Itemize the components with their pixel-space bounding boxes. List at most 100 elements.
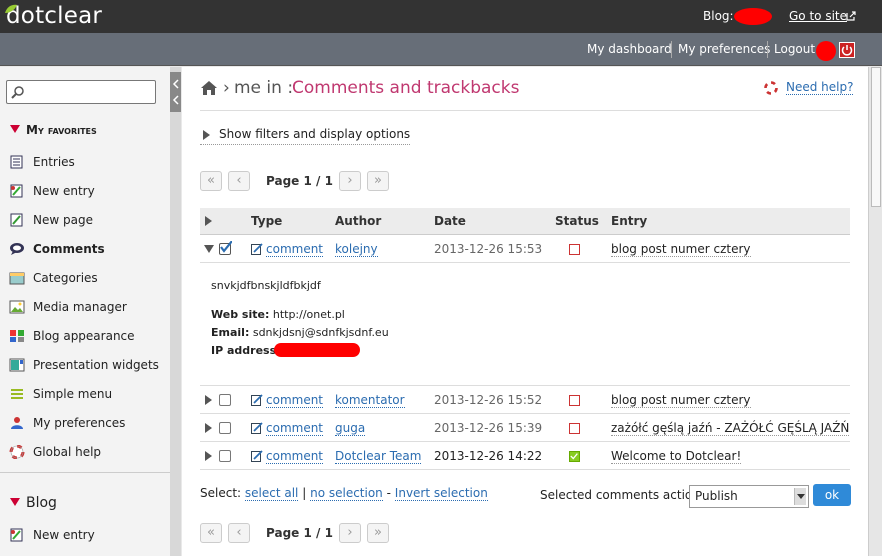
edit-icon (251, 243, 263, 255)
home-icon[interactable] (200, 80, 218, 96)
my-dashboard-link[interactable]: My dashboard (587, 42, 672, 56)
sidebar-item-label: Comments (33, 242, 105, 256)
user-prefs-icon (11, 417, 23, 429)
select-all-link[interactable]: select all (244, 486, 299, 501)
logo-text: dotclear (6, 3, 103, 29)
sidebar-item-label: Media manager (33, 300, 127, 314)
sidebar-item-label: Global help (33, 445, 102, 459)
column-author: Author (335, 214, 382, 228)
my-preferences-link[interactable]: My preferences (678, 42, 770, 56)
sidebar-item-label: New entry (33, 528, 95, 542)
no-selection-link[interactable]: no selection (310, 486, 383, 501)
lifebuoy-icon (764, 81, 778, 95)
collapse-sidebar-button[interactable] (170, 72, 181, 112)
leaf-icon (5, 4, 17, 13)
email-value: sdnkjdsnj@sdnfkjsdnf.eu (252, 326, 389, 339)
previous-page-button[interactable]: ‹ (228, 171, 250, 191)
comment-date: 2013-12-26 15:52 (434, 393, 543, 407)
sidebar: My favorites Entries New entry New page … (0, 67, 170, 556)
first-page-button[interactable]: « (200, 523, 222, 543)
status-pending-icon (569, 244, 580, 255)
status-pending-icon (569, 395, 580, 406)
next-page-button[interactable]: › (339, 523, 361, 543)
page-title: Comments and trackbacks (292, 78, 520, 98)
entry-link[interactable]: blog post numer cztery (611, 393, 751, 408)
expand-row-icon[interactable] (205, 395, 212, 405)
author-link[interactable]: Dotclear Team (335, 449, 422, 464)
search-input[interactable] (6, 80, 156, 104)
comment-date: 2013-12-26 15:39 (434, 421, 543, 435)
categories-icon (9, 272, 25, 285)
type-label: comment (266, 421, 324, 436)
entry-link[interactable]: blog post numer cztery (611, 242, 751, 257)
widgets-icon (9, 358, 25, 372)
redacted-username (816, 41, 836, 61)
sidebar-item-label: My preferences (33, 416, 126, 430)
filters-label: Show filters and display options (219, 127, 411, 141)
column-date: Date (434, 214, 466, 228)
email-line: Email: sdnkjdsnj@sdnfkjsdnf.eu (211, 326, 389, 339)
go-to-site-link[interactable]: Go to site (789, 9, 847, 23)
previous-page-button[interactable]: ‹ (228, 523, 250, 543)
separator: - (386, 486, 391, 500)
dropdown-arrow-icon (794, 488, 806, 505)
email-label: Email: (211, 326, 250, 339)
need-help-link[interactable]: Need help? (786, 80, 854, 95)
sidebar-item-label: Blog appearance (33, 329, 135, 343)
column-entry: Entry (611, 214, 648, 228)
separator: | (302, 486, 307, 500)
expand-all-icon[interactable] (205, 216, 212, 226)
menu-icon (11, 389, 23, 399)
comment-content: snvkjdfbnskjldfbkjdf (211, 279, 321, 292)
new-entry-icon (10, 184, 23, 198)
invert-selection-link[interactable]: Invert selection (394, 486, 488, 501)
comments-action-select[interactable]: Publish (689, 485, 809, 508)
collapse-row-icon[interactable] (204, 245, 214, 253)
column-status: Status (555, 214, 599, 228)
table-row: comment kolejny 2013-12-26 15:53 blog po… (200, 235, 850, 263)
entry-link[interactable]: zażółć gęślą jaźń - ZAŻÓŁĆ GĘŚLĄ JAŹŃ (611, 421, 850, 436)
ok-button[interactable]: ok (813, 484, 851, 506)
type-label: comment (266, 449, 324, 464)
entry-link[interactable]: Welcome to Dotclear! (611, 449, 742, 464)
page-indicator: Page 1 / 1 (266, 174, 333, 188)
media-icon (9, 300, 25, 314)
comment-date: 2013-12-26 14:22 (434, 449, 543, 463)
sidebar-collapse-bar[interactable] (170, 67, 181, 556)
type-label: comment (266, 393, 324, 408)
edit-icon (251, 422, 263, 434)
author-link[interactable]: kolejny (335, 242, 378, 257)
type-label: comment (266, 242, 324, 257)
selected-action-value: Publish (695, 489, 738, 503)
blog-section-title[interactable]: Blog (10, 495, 57, 511)
sidebar-item-label: Presentation widgets (33, 358, 159, 372)
checkmark-icon (570, 453, 578, 460)
top-bar: dotclear Blog: Go to site (0, 0, 882, 33)
author-link[interactable]: guga (335, 421, 366, 436)
row-checkbox[interactable] (219, 422, 231, 434)
ip-line: IP address: (211, 344, 281, 357)
expand-row-icon[interactable] (205, 423, 212, 433)
last-page-button[interactable]: » (367, 523, 389, 543)
vertical-scrollbar[interactable] (868, 67, 882, 556)
row-checkbox[interactable] (219, 450, 231, 462)
column-type: Type (251, 214, 283, 228)
row-checkbox[interactable] (219, 394, 231, 406)
row-checkbox[interactable] (219, 241, 232, 255)
logout-link[interactable]: Logout (774, 42, 815, 56)
next-page-button[interactable]: › (339, 171, 361, 191)
scrollbar-thumb[interactable] (871, 67, 881, 207)
dotclear-logo[interactable]: dotclear (5, 3, 103, 29)
status-published-icon (569, 451, 580, 462)
first-page-button[interactable]: « (200, 171, 222, 191)
ip-label: IP address: (211, 344, 281, 357)
favorites-section-title[interactable]: My favorites (10, 123, 97, 137)
show-filters-toggle[interactable]: Show filters and display options (200, 127, 411, 145)
author-link[interactable]: komentator (335, 393, 405, 408)
expand-row-icon[interactable] (205, 451, 212, 461)
last-page-button[interactable]: » (367, 171, 389, 191)
logout-power-icon[interactable] (839, 42, 855, 58)
expand-triangle-icon (203, 130, 210, 140)
comment-date: 2013-12-26 15:53 (434, 242, 543, 256)
collapse-triangle-icon (10, 498, 20, 506)
